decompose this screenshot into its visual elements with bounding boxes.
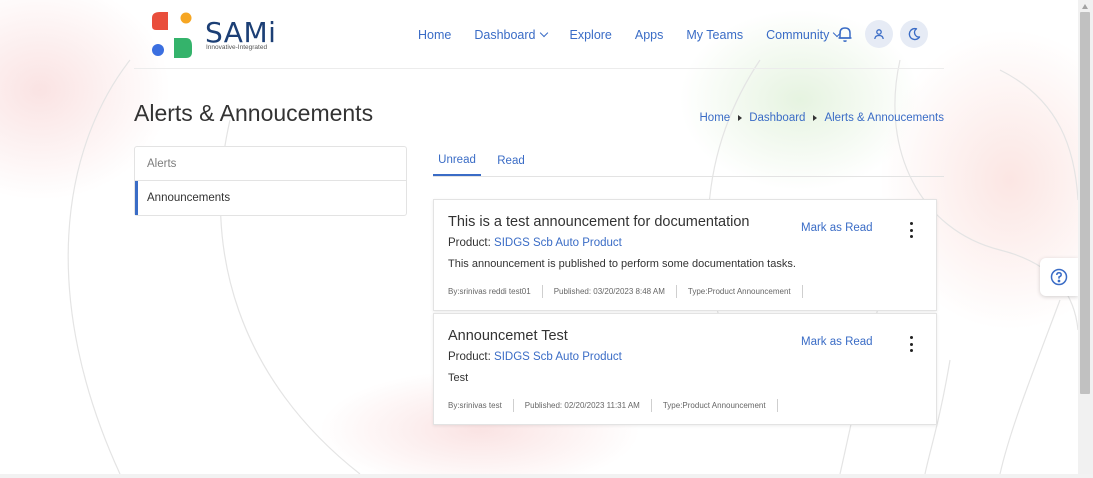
announcement-card: This is a test announcement for document… bbox=[433, 199, 937, 311]
announcement-author: By:srinivas reddi test01 bbox=[448, 287, 531, 296]
breadcrumb-home[interactable]: Home bbox=[700, 112, 731, 124]
nav-explore[interactable]: Explore bbox=[570, 28, 612, 42]
moon-icon bbox=[908, 27, 921, 41]
nav-home[interactable]: Home bbox=[418, 28, 451, 42]
help-button[interactable] bbox=[1040, 258, 1078, 296]
caret-right-icon bbox=[813, 115, 818, 121]
bell-icon[interactable] bbox=[835, 24, 855, 44]
caret-right-icon bbox=[738, 115, 743, 121]
announcement-description: This announcement is published to perfor… bbox=[448, 258, 796, 270]
breadcrumb-dashboard[interactable]: Dashboard bbox=[749, 112, 805, 124]
announcement-published: Published: 02/20/2023 11:31 AM bbox=[524, 401, 640, 410]
header-divider bbox=[134, 68, 944, 69]
brand-tagline: Innovative-Integrated bbox=[206, 44, 268, 51]
bottom-edge bbox=[0, 474, 1093, 478]
announcement-product: Product: SIDGS Scb Auto Product bbox=[448, 351, 622, 363]
more-options-icon[interactable] bbox=[906, 336, 916, 352]
meta-divider bbox=[650, 399, 652, 412]
tab-unread[interactable]: Unread bbox=[433, 146, 481, 176]
mark-as-read-button[interactable]: Mark as Read bbox=[801, 336, 873, 348]
page-title: Alerts & Annoucements bbox=[134, 100, 374, 126]
tab-bar: Unread Read bbox=[433, 146, 944, 177]
meta-divider bbox=[776, 399, 778, 412]
user-profile-button[interactable] bbox=[865, 20, 893, 48]
announcement-type: Type:Product Announcement bbox=[662, 401, 766, 410]
product-link[interactable]: SIDGS Scb Auto Product bbox=[494, 237, 622, 249]
announcement-card: Announcemet Test Product: SIDGS Scb Auto… bbox=[433, 313, 937, 425]
announcement-product: Product: SIDGS Scb Auto Product bbox=[448, 237, 622, 249]
tab-read[interactable]: Read bbox=[495, 146, 527, 175]
side-menu-item-announcements[interactable]: Announcements bbox=[135, 181, 406, 215]
mark-as-read-button[interactable]: Mark as Read bbox=[801, 222, 873, 234]
sami-logo-icon bbox=[152, 12, 192, 58]
help-icon bbox=[1050, 268, 1068, 286]
nav-my-teams[interactable]: My Teams bbox=[686, 28, 743, 42]
nav-apps[interactable]: Apps bbox=[635, 28, 664, 42]
page-scrollbar[interactable] bbox=[1078, 0, 1093, 474]
product-link[interactable]: SIDGS Scb Auto Product bbox=[494, 351, 622, 363]
meta-divider bbox=[675, 285, 677, 298]
announcement-author: By:srinivas test bbox=[448, 401, 502, 410]
side-menu-item-alerts[interactable]: Alerts bbox=[135, 147, 406, 181]
scroll-up-arrow-icon[interactable] bbox=[1082, 4, 1088, 9]
nav-dashboard[interactable]: Dashboard bbox=[474, 28, 548, 42]
announcement-title: This is a test announcement for document… bbox=[448, 214, 750, 230]
user-icon bbox=[874, 29, 884, 40]
more-options-icon[interactable] bbox=[906, 222, 916, 238]
side-menu: Alerts Announcements bbox=[134, 146, 407, 216]
nav-community[interactable]: Community bbox=[766, 28, 842, 42]
announcement-type: Type:Product Announcement bbox=[687, 287, 791, 296]
announcement-meta: By:srinivas reddi test01 Published: 03/2… bbox=[448, 285, 814, 298]
announcement-meta: By:srinivas test Published: 02/20/2023 1… bbox=[448, 399, 789, 412]
scrollbar-thumb[interactable] bbox=[1080, 12, 1090, 394]
announcement-description: Test bbox=[448, 372, 469, 384]
announcement-published: Published: 03/20/2023 8:48 AM bbox=[553, 287, 665, 296]
announcement-title: Announcemet Test bbox=[448, 328, 568, 344]
breadcrumb-current[interactable]: Alerts & Annoucements bbox=[824, 112, 944, 124]
theme-toggle-button[interactable] bbox=[900, 20, 928, 48]
meta-divider bbox=[512, 399, 514, 412]
page: SAMi Innovative-Integrated Home Dashboar… bbox=[0, 0, 1078, 474]
meta-divider bbox=[541, 285, 543, 298]
breadcrumb: Home Dashboard Alerts & Annoucements bbox=[700, 112, 945, 124]
logo[interactable]: SAMi Innovative-Integrated bbox=[150, 10, 280, 60]
meta-divider bbox=[801, 285, 803, 298]
main-nav: Home Dashboard Explore Apps My Teams Com… bbox=[418, 25, 863, 45]
chevron-down-icon bbox=[539, 28, 548, 38]
